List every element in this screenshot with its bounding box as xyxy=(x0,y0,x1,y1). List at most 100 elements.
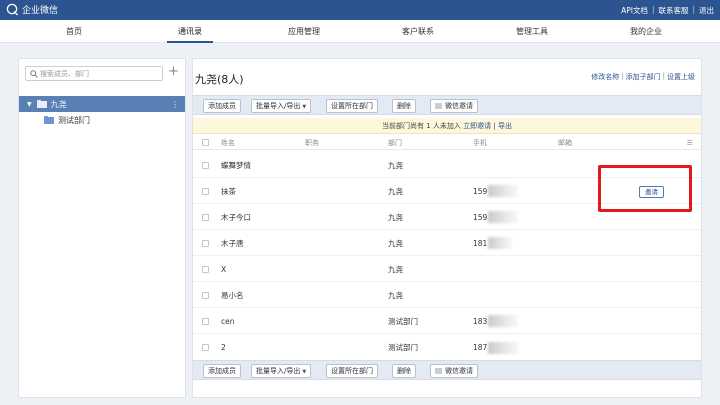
tree-item-root-department[interactable]: ▼ 九尧 ⋮ xyxy=(19,96,185,112)
member-phone: 159 xyxy=(473,179,519,203)
table-row[interactable]: 易小名 九尧 xyxy=(193,283,701,308)
action-divider: | xyxy=(662,72,665,80)
member-phone: 181 xyxy=(473,231,513,255)
set-parent-link[interactable]: 设置上级 xyxy=(667,72,695,82)
column-department: 部门 xyxy=(388,138,402,147)
folder-icon xyxy=(36,99,47,108)
department-title: 九尧(8人) xyxy=(195,73,244,86)
table-row[interactable]: 抹茶 九尧 159 邀请 xyxy=(193,179,701,204)
member-name: 木子唐 xyxy=(221,238,244,248)
row-checkbox[interactable] xyxy=(202,309,209,333)
logout-link[interactable]: 退出 xyxy=(699,5,714,16)
checkbox-box xyxy=(202,213,209,221)
select-all-checkbox[interactable] xyxy=(202,136,209,149)
tab-contacts[interactable]: 通讯录 xyxy=(160,20,220,43)
search-icon xyxy=(30,70,38,78)
notice-text: 当前部门尚有 1 人未加入 xyxy=(382,122,461,130)
top-link-divider: | xyxy=(692,5,695,14)
member-department: 测试部门 xyxy=(388,316,418,326)
add-member-button[interactable]: 添加成员 xyxy=(203,99,241,113)
member-name: 2 xyxy=(221,343,226,352)
redacted-phone xyxy=(488,185,519,197)
add-department-button[interactable]: + xyxy=(168,64,179,79)
column-title: 职务 xyxy=(305,138,319,147)
delete-button[interactable]: 删除 xyxy=(392,99,416,113)
invite-button[interactable]: 邀请 xyxy=(639,186,664,198)
batch-import-export-button[interactable]: 批量导入/导出 ▼ xyxy=(251,364,312,378)
redacted-phone xyxy=(488,341,519,354)
table-row[interactable]: 蝶舞梦情 九尧 xyxy=(193,153,701,178)
row-checkbox[interactable] xyxy=(202,335,209,360)
table-row[interactable]: 2 测试部门 187 xyxy=(193,335,701,360)
tree-item-label: 测试部门 xyxy=(58,116,90,125)
caret-down-icon[interactable]: ▼ xyxy=(27,101,32,108)
member-panel: 九尧(8人) 修改名称 | 添加子部门 | 设置上级 添加成员 批量导入/导出 ▼… xyxy=(192,58,702,398)
wechat-icon xyxy=(435,103,442,109)
set-department-button[interactable]: 设置所在部门 xyxy=(326,99,378,113)
member-department: 九尧 xyxy=(388,186,403,196)
tab-my-enterprise[interactable]: 我的企业 xyxy=(616,20,676,43)
search-box[interactable] xyxy=(25,66,163,81)
checkbox-box xyxy=(202,187,209,195)
phone-prefix: 183 xyxy=(473,316,488,326)
member-phone: 183 xyxy=(473,309,519,333)
table-row[interactable]: X 九尧 xyxy=(193,257,701,282)
search-input[interactable] xyxy=(40,68,160,79)
tab-home[interactable]: 首页 xyxy=(44,20,104,43)
checkbox-box xyxy=(202,239,209,247)
checkbox-box xyxy=(202,291,209,299)
column-settings-icon[interactable]: ☰ xyxy=(687,139,693,147)
invite-now-link[interactable]: 立即邀请 xyxy=(463,122,491,130)
checkbox-box xyxy=(202,161,209,169)
tree-item-test-department[interactable]: 测试部门 xyxy=(39,115,90,126)
member-table-header: 姓名 职务 部门 手机 邮箱 ☰ xyxy=(193,136,701,150)
row-checkbox[interactable] xyxy=(202,205,209,229)
wechat-invite-button[interactable]: 微信邀请 xyxy=(430,99,478,113)
row-checkbox[interactable] xyxy=(202,231,209,255)
folder-icon xyxy=(44,116,54,124)
redacted-phone xyxy=(488,315,519,327)
add-member-button[interactable]: 添加成员 xyxy=(203,364,241,378)
row-checkbox[interactable] xyxy=(202,283,209,307)
redacted-phone xyxy=(488,237,513,249)
tree-item-label: 九尧 xyxy=(50,99,67,109)
delete-button[interactable]: 删除 xyxy=(392,364,416,378)
table-row[interactable]: cen 测试部门 183 xyxy=(193,309,701,334)
button-label: 批量导入/导出 xyxy=(256,367,301,375)
checkbox-box xyxy=(202,344,209,351)
row-checkbox[interactable] xyxy=(202,257,209,281)
batch-import-export-button[interactable]: 批量导入/导出 ▼ xyxy=(251,99,312,113)
table-row[interactable]: 木子唐 九尧 181 xyxy=(193,231,701,256)
column-phone: 手机 xyxy=(473,138,487,147)
table-row[interactable]: 木子今口 九尧 159 xyxy=(193,205,701,230)
top-links: API文档 | 联系客服 | 退出 xyxy=(621,5,714,16)
wechat-invite-button[interactable]: 微信邀请 xyxy=(430,364,478,378)
phone-prefix: 159 xyxy=(473,212,488,222)
member-toolbar-top: 添加成员 批量导入/导出 ▼ 设置所在部门 删除 微信邀请 xyxy=(193,95,701,115)
app-title: 企业微信 xyxy=(22,6,59,16)
tab-app-management[interactable]: 应用管理 xyxy=(274,20,334,43)
phone-prefix: 187 xyxy=(473,343,488,352)
app-logo[interactable]: 企业微信 xyxy=(6,3,58,16)
contact-support-link[interactable]: 联系客服 xyxy=(658,5,688,16)
rename-link[interactable]: 修改名称 xyxy=(591,72,619,82)
api-docs-link[interactable]: API文档 xyxy=(621,5,648,16)
member-name: 蝶舞梦情 xyxy=(221,160,251,170)
more-options-icon[interactable]: ⋮ xyxy=(171,100,179,109)
row-checkbox[interactable] xyxy=(202,179,209,203)
set-department-button[interactable]: 设置所在部门 xyxy=(326,364,378,378)
notice-divider: | xyxy=(493,122,496,130)
row-checkbox[interactable] xyxy=(202,153,209,177)
checkbox-box xyxy=(202,139,209,146)
phone-prefix: 181 xyxy=(473,238,488,248)
export-link[interactable]: 导出 xyxy=(498,122,512,130)
add-subdepartment-link[interactable]: 添加子部门 xyxy=(626,72,661,82)
top-bar: 企业微信 API文档 | 联系客服 | 退出 xyxy=(0,0,720,20)
member-name: 易小名 xyxy=(221,290,244,300)
tab-customer-contact[interactable]: 客户联系 xyxy=(388,20,448,43)
column-email: 邮箱 xyxy=(558,138,572,147)
member-department: 测试部门 xyxy=(388,343,418,352)
action-divider: | xyxy=(621,72,624,80)
tab-management-tools[interactable]: 管理工具 xyxy=(502,20,562,43)
checkbox-box xyxy=(202,265,209,273)
